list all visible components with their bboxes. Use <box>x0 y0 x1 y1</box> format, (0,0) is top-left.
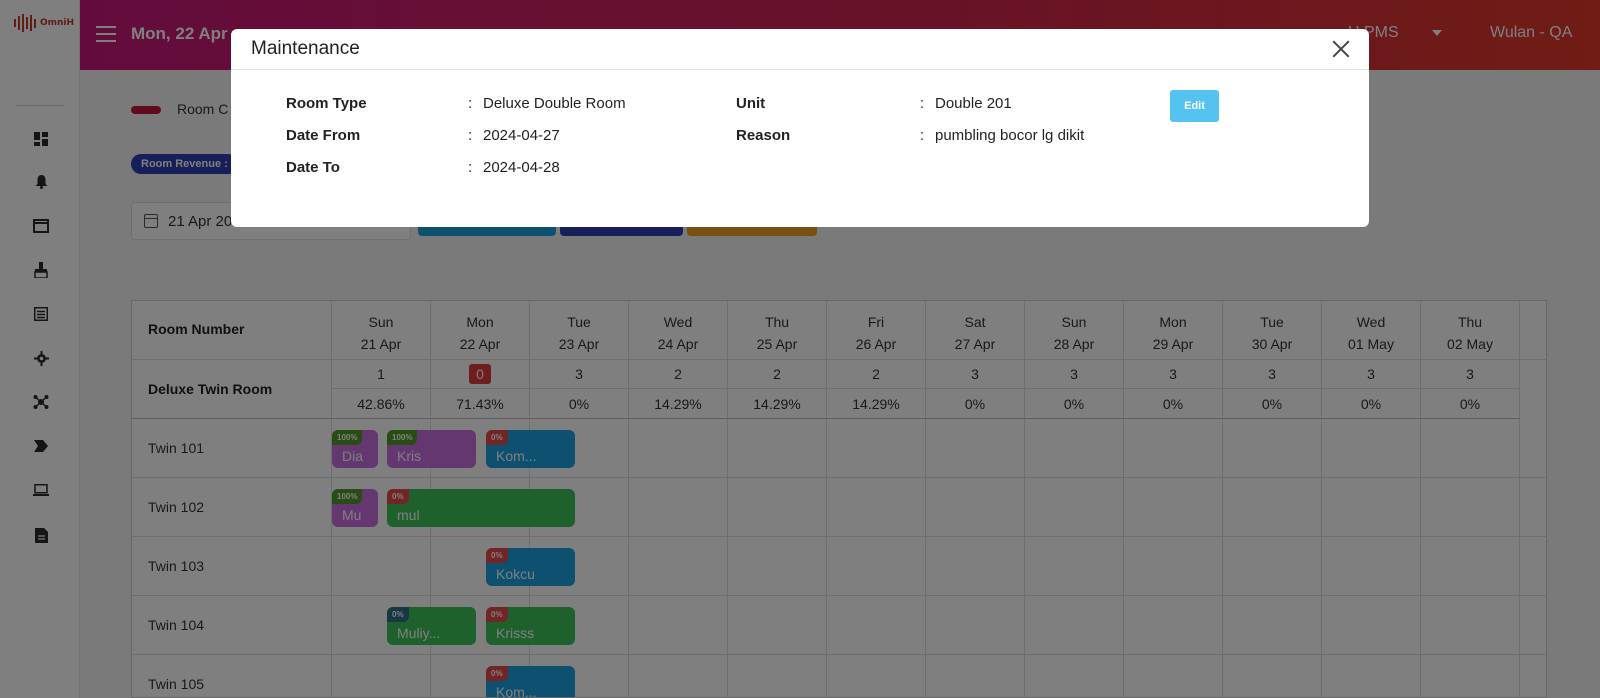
reason-label: Reason <box>736 127 791 144</box>
room-type-value: Deluxe Double Room <box>483 95 626 112</box>
colon: : <box>468 127 473 144</box>
colon: : <box>468 159 473 176</box>
edit-button[interactable]: Edit <box>1170 90 1219 122</box>
close-icon[interactable] <box>1331 39 1351 59</box>
date-from-label: Date From <box>286 127 361 144</box>
unit-value: Double 201 <box>935 95 1012 112</box>
date-to-label: Date To <box>286 159 340 176</box>
date-from-value: 2024-04-27 <box>483 127 560 144</box>
room-type-label: Room Type <box>286 95 367 112</box>
date-to-value: 2024-04-28 <box>483 159 560 176</box>
unit-label: Unit <box>736 95 766 112</box>
maintenance-modal: Maintenance Room Type : Deluxe Double Ro… <box>231 29 1369 227</box>
colon: : <box>920 127 925 144</box>
colon: : <box>920 95 925 112</box>
modal-title: Maintenance <box>251 38 360 59</box>
colon: : <box>468 95 473 112</box>
modal-header: Maintenance <box>231 29 1369 70</box>
reason-value: pumbling bocor lg dikit <box>935 127 1085 144</box>
